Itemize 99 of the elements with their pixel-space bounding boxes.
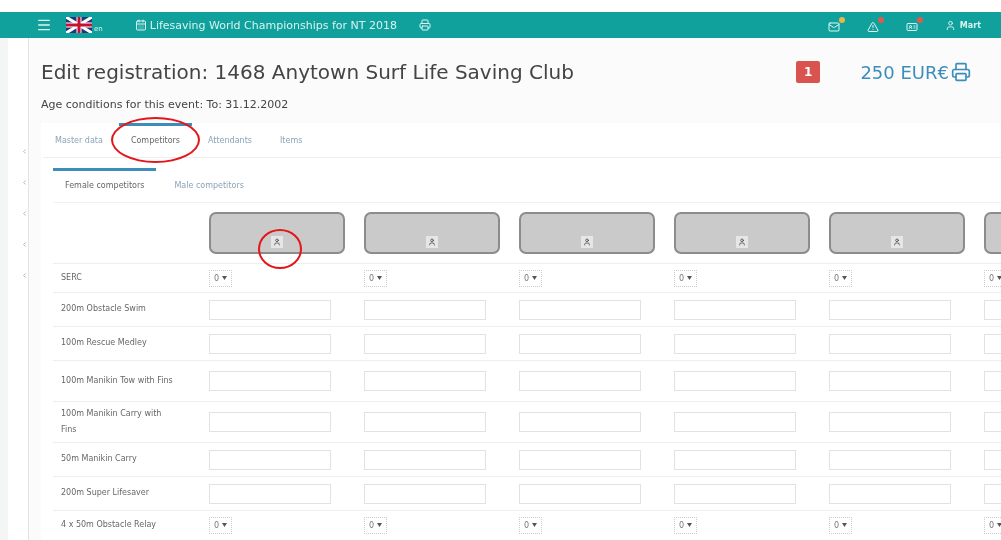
time-input[interactable] <box>674 299 796 320</box>
count-select[interactable]: 0 <box>519 269 543 287</box>
competitor-slot[interactable] <box>364 212 500 254</box>
time-input[interactable] <box>829 299 951 320</box>
time-input[interactable] <box>519 483 641 504</box>
chevron-icon[interactable] <box>21 272 28 279</box>
flag-icon[interactable] <box>66 17 92 33</box>
add-person-button[interactable] <box>271 236 283 248</box>
time-input[interactable] <box>364 333 486 354</box>
add-person-button[interactable] <box>891 236 903 248</box>
tab[interactable]: Attendants <box>196 123 264 157</box>
time-input[interactable] <box>364 412 486 432</box>
add-person-button[interactable] <box>426 236 438 248</box>
count-select[interactable]: 0 <box>209 269 233 287</box>
notification-button[interactable] <box>827 17 845 33</box>
event-label: SERC <box>53 263 203 291</box>
tab[interactable]: Master data <box>43 123 115 157</box>
time-input[interactable] <box>674 449 796 470</box>
time-input[interactable] <box>674 483 796 504</box>
count-select[interactable]: 0 <box>829 269 853 287</box>
print-button[interactable] <box>951 62 971 82</box>
count-select[interactable]: 0 <box>519 516 543 534</box>
caret-icon <box>532 276 538 280</box>
print-icon[interactable] <box>418 19 431 31</box>
time-input[interactable] <box>829 371 951 391</box>
competitor-slot[interactable] <box>829 212 965 254</box>
caret-icon <box>687 276 693 280</box>
caret-icon <box>997 523 1001 527</box>
user-icon <box>944 19 956 31</box>
count-select[interactable]: 0 <box>364 516 388 534</box>
time-input[interactable] <box>519 333 641 354</box>
time-input[interactable] <box>829 483 951 504</box>
mail-icon <box>827 21 840 33</box>
time-input[interactable] <box>209 333 331 354</box>
competitor-slot[interactable] <box>519 212 655 254</box>
competitor-slot[interactable] <box>674 212 810 254</box>
notification-button[interactable] <box>866 17 884 33</box>
competitor-slot[interactable] <box>209 212 345 254</box>
time-input[interactable] <box>364 483 486 504</box>
count-select[interactable]: 0 <box>364 269 388 287</box>
tab[interactable]: Items <box>267 123 315 157</box>
user-name[interactable]: Mart <box>959 20 981 30</box>
age-conditions: Age conditions for this event: To: 31.12.2002 <box>41 98 290 111</box>
time-input[interactable] <box>209 449 331 470</box>
caret-icon <box>222 276 228 280</box>
time-input[interactable] <box>519 371 641 391</box>
count-badge: 1 <box>796 61 821 83</box>
event-label: 50m Manikin Carry <box>53 442 203 475</box>
warning-icon <box>866 21 879 33</box>
event-label: 200m Obstacle Swim <box>53 292 203 325</box>
time-input[interactable] <box>519 299 641 320</box>
caret-icon <box>842 276 848 280</box>
time-input[interactable] <box>519 412 641 432</box>
count-select[interactable]: 0 <box>984 516 1001 534</box>
chevron-icon[interactable] <box>21 241 28 248</box>
time-input[interactable] <box>829 333 951 354</box>
event-label: 200m Super Lifesaver <box>53 476 203 509</box>
event-title[interactable]: Lifesaving World Championships for NT 2018 <box>149 18 397 32</box>
time-input[interactable] <box>364 299 486 320</box>
caret-icon <box>687 523 693 527</box>
time-input[interactable] <box>364 371 486 391</box>
caret-icon <box>532 523 538 527</box>
add-person-button[interactable] <box>581 236 593 248</box>
tab[interactable]: Male competitors <box>162 168 256 202</box>
time-input[interactable] <box>829 449 951 470</box>
caret-icon <box>377 276 383 280</box>
calendar-icon <box>134 19 147 31</box>
time-input[interactable] <box>674 371 796 391</box>
count-select[interactable]: 0 <box>674 516 698 534</box>
time-input[interactable] <box>209 412 331 432</box>
count-select[interactable]: 0 <box>209 516 233 534</box>
time-input[interactable] <box>674 333 796 354</box>
caret-icon <box>377 523 383 527</box>
count-select[interactable]: 0 <box>984 269 1001 287</box>
count-select[interactable]: 0 <box>674 269 698 287</box>
caret-icon <box>222 523 228 527</box>
event-label: 100m Manikin Tow with Fins <box>53 360 203 400</box>
caret-icon <box>997 276 1001 280</box>
count-select[interactable]: 0 <box>829 516 853 534</box>
chevron-icon[interactable] <box>21 210 28 217</box>
time-input[interactable] <box>674 412 796 432</box>
time-input[interactable] <box>364 449 486 470</box>
notification-button[interactable] <box>905 17 923 33</box>
time-input[interactable] <box>829 412 951 432</box>
event-label: 4 x 50m Obstacle Relay <box>53 510 203 538</box>
menu-icon[interactable] <box>36 17 52 33</box>
total-amount: 250 EUR€ <box>860 61 949 83</box>
time-input[interactable] <box>209 299 331 320</box>
time-input[interactable] <box>519 449 641 470</box>
caret-icon <box>842 523 848 527</box>
page-title: Edit registration: 1468 Anytown Surf Life Saving Club <box>41 60 574 84</box>
time-input[interactable] <box>209 371 331 391</box>
id-card-icon <box>905 21 918 33</box>
add-person-button[interactable] <box>736 236 748 248</box>
event-label: 100m Manikin Carry with Fins <box>53 401 203 441</box>
chevron-icon[interactable] <box>21 179 28 186</box>
time-input[interactable] <box>209 483 331 504</box>
chevron-icon[interactable] <box>21 148 28 155</box>
event-label: 100m Rescue Medley <box>53 326 203 359</box>
